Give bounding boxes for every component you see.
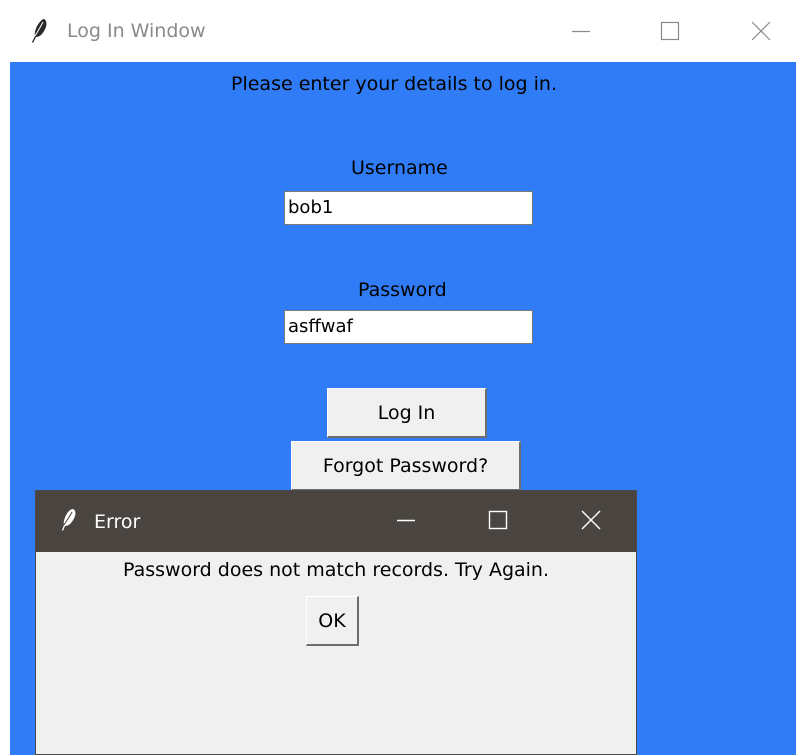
minimize-icon bbox=[571, 21, 591, 41]
feather-icon bbox=[30, 18, 50, 44]
password-field[interactable]: asffwaf bbox=[284, 310, 533, 344]
instructions-text: Please enter your details to log in. bbox=[231, 73, 557, 95]
feather-icon bbox=[60, 508, 78, 532]
window-title: Log In Window bbox=[67, 20, 206, 42]
error-dialog: Error Password does not match records. T… bbox=[35, 490, 637, 755]
dialog-title: Error bbox=[94, 511, 141, 533]
close-icon bbox=[581, 510, 601, 534]
close-button[interactable] bbox=[716, 0, 796, 62]
dialog-minimize-button[interactable] bbox=[366, 491, 446, 552]
error-message: Password does not match records. Try Aga… bbox=[122, 559, 550, 581]
minimize-icon bbox=[396, 510, 416, 534]
login-button[interactable]: Log In bbox=[327, 388, 487, 438]
close-icon bbox=[751, 21, 771, 41]
main-window: Log In Window Please enter your details … bbox=[0, 0, 796, 755]
maximize-button[interactable] bbox=[625, 0, 715, 62]
maximize-icon bbox=[488, 510, 508, 534]
ok-button[interactable]: OK bbox=[306, 596, 359, 646]
main-titlebar[interactable]: Log In Window bbox=[0, 0, 796, 62]
minimize-button[interactable] bbox=[536, 0, 626, 62]
maximize-icon bbox=[660, 21, 680, 41]
username-label: Username bbox=[351, 157, 448, 179]
dialog-maximize-button[interactable] bbox=[458, 491, 538, 552]
username-field[interactable]: bob1 bbox=[284, 191, 533, 225]
dialog-close-button[interactable] bbox=[551, 491, 631, 552]
forgot-password-button[interactable]: Forgot Password? bbox=[291, 441, 521, 491]
dialog-titlebar[interactable]: Error bbox=[36, 491, 636, 552]
password-label: Password bbox=[358, 279, 447, 301]
